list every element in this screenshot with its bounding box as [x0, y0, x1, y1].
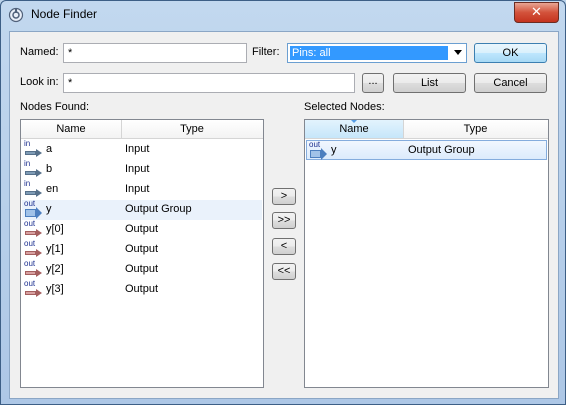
list-item[interactable]: in a Input [22, 139, 262, 160]
pin-direction-tag: out [309, 140, 321, 149]
list-item[interactable]: out y[0] Output [22, 219, 262, 240]
output-pin-icon: out [24, 199, 44, 219]
list-item[interactable]: out y Output Group [306, 140, 547, 160]
node-type: Input [125, 163, 150, 175]
nodes-found-list[interactable]: Name Type in a Input in b Input in en Input out y O… [20, 119, 264, 388]
pin-direction-tag: out [24, 259, 36, 268]
list-item[interactable]: out y[3] Output [22, 279, 262, 300]
look-in-input[interactable]: * [63, 73, 355, 93]
named-input[interactable]: * [63, 43, 247, 63]
add-all-button[interactable]: >> [272, 212, 296, 229]
pin-direction-tag: out [24, 219, 36, 228]
output-pin-icon: out [309, 140, 329, 160]
nodes-found-label: Nodes Found: [20, 101, 90, 113]
title-bar[interactable]: Node Finder ✕ [1, 1, 565, 29]
pin-direction-tag: out [24, 239, 36, 248]
pin-direction-tag: in [24, 139, 31, 148]
app-icon [8, 7, 24, 23]
node-name: y[2] [46, 263, 64, 275]
column-header-name[interactable]: Name [305, 120, 404, 138]
browse-button[interactable]: ... [362, 73, 384, 93]
list-item[interactable]: out y Output Group [22, 199, 262, 220]
node-finder-window: Node Finder ✕ Named: * Filter: Pins: all… [0, 0, 566, 405]
remove-all-button[interactable]: << [272, 263, 296, 280]
sort-indicator-icon [351, 120, 357, 123]
selected-nodes-label: Selected Nodes: [304, 101, 385, 113]
column-header-type[interactable]: Type [404, 120, 547, 138]
output-pin-icon: out [24, 219, 44, 239]
list-item[interactable]: out y[1] Output [22, 239, 262, 260]
filter-label: Filter: [252, 46, 280, 58]
node-type: Output Group [125, 203, 192, 215]
output-pin-icon: out [24, 279, 44, 299]
node-type: Output Group [408, 144, 475, 156]
list-item[interactable]: out y[2] Output [22, 259, 262, 280]
selected-nodes-list[interactable]: Name Type out y Output Group [304, 119, 549, 388]
node-type: Output [125, 263, 159, 275]
node-name: y[1] [46, 243, 64, 255]
output-pin-icon: out [24, 259, 44, 279]
cancel-button[interactable]: Cancel [474, 73, 547, 93]
pin-direction-tag: in [24, 159, 31, 168]
list-item[interactable]: in b Input [22, 159, 262, 180]
column-header-type[interactable]: Type [122, 120, 262, 138]
filter-selected-value: Pins: all [290, 46, 448, 60]
node-type: Output [125, 283, 159, 295]
list-button[interactable]: List [393, 73, 466, 93]
list-item[interactable]: in en Input [22, 179, 262, 200]
pin-direction-tag: out [24, 279, 36, 288]
node-type: Input [125, 143, 150, 155]
node-type: Input [125, 183, 150, 195]
column-header-name-label: Name [339, 123, 369, 135]
node-name: a [46, 143, 53, 155]
named-label: Named: [20, 46, 59, 58]
ok-button[interactable]: OK [474, 43, 547, 63]
pin-direction-tag: in [24, 179, 31, 188]
look-in-label: Look in: [20, 76, 59, 88]
node-name: b [46, 163, 53, 175]
chevron-down-icon[interactable] [454, 50, 462, 55]
node-name: y[3] [46, 283, 64, 295]
nodes-found-header: Name Type [21, 120, 263, 139]
input-pin-icon: in [24, 159, 44, 179]
filter-select[interactable]: Pins: all [287, 43, 467, 63]
selected-nodes-header: Name Type [305, 120, 548, 139]
node-type: Output [125, 223, 159, 235]
node-type: Output [125, 243, 159, 255]
output-pin-icon: out [24, 239, 44, 259]
node-name: y [46, 203, 52, 215]
remove-button[interactable]: < [272, 238, 296, 255]
dialog-body: Named: * Filter: Pins: all OK Look in: *… [9, 31, 559, 399]
pin-direction-tag: out [24, 199, 36, 208]
node-name: y [331, 144, 337, 156]
node-name: en [46, 183, 59, 195]
close-button[interactable]: ✕ [514, 2, 559, 23]
add-button[interactable]: > [272, 188, 296, 205]
window-title: Node Finder [31, 7, 98, 21]
column-header-name[interactable]: Name [21, 120, 122, 138]
input-pin-icon: in [24, 179, 44, 199]
input-pin-icon: in [24, 139, 44, 159]
node-name: y[0] [46, 223, 64, 235]
